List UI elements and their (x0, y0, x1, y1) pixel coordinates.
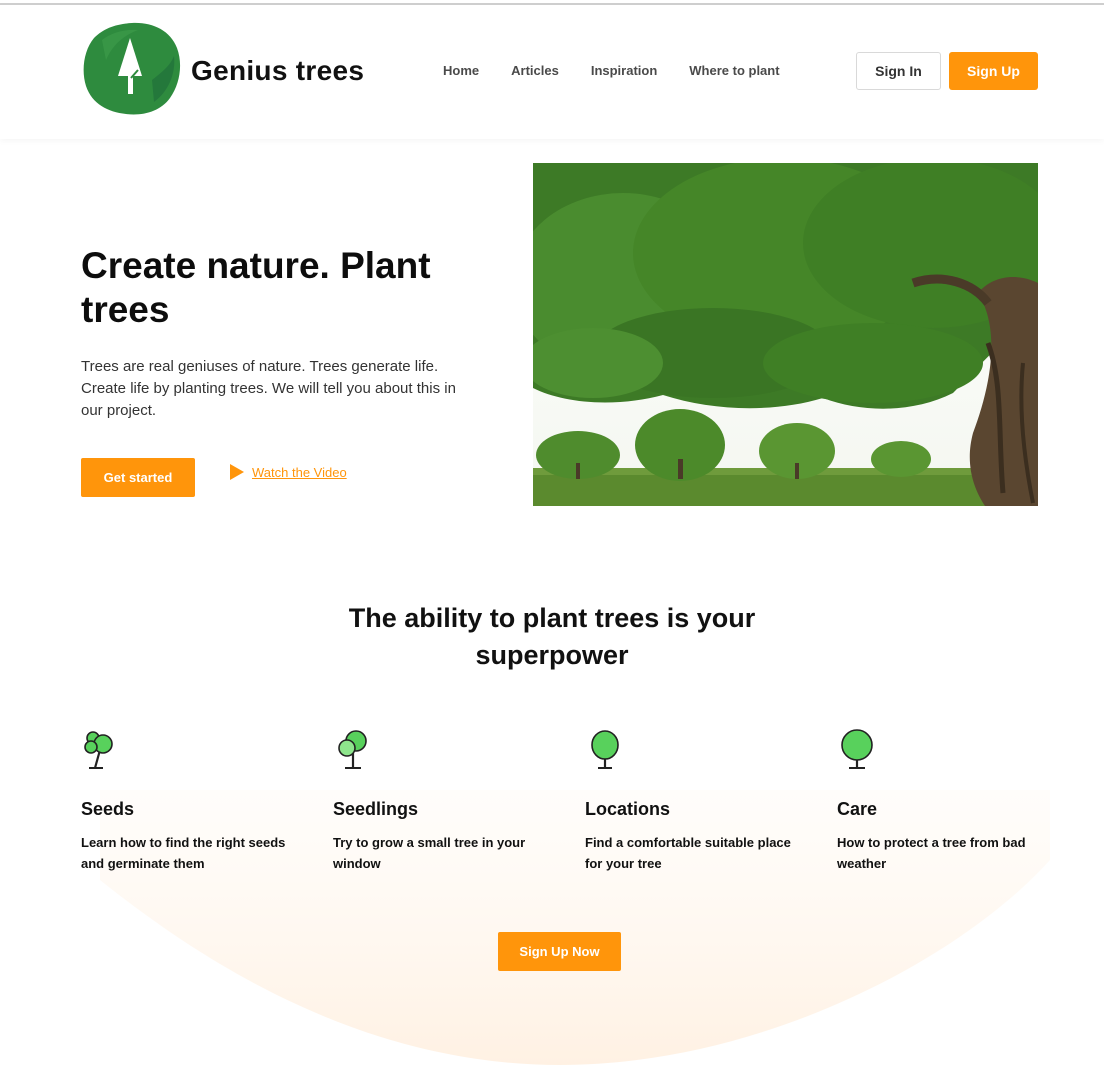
feature-locations: Locations Find a comfortable suitable pl… (585, 728, 805, 874)
hero-title: Create nature. Plant trees (81, 245, 431, 330)
tree-care-icon (841, 729, 873, 769)
section-title: The ability to plant trees is your super… (348, 603, 756, 670)
feature-seedlings: Seedlings Try to grow a small tree in yo… (333, 728, 553, 874)
tree-locations-icon (591, 730, 619, 769)
feature-title: Seedlings (333, 799, 419, 819)
watch-video-link[interactable]: Watch the Video (230, 464, 347, 480)
hero-text: Trees are real geniuses of nature. Trees… (81, 358, 456, 419)
nav-inspiration[interactable]: Inspiration (591, 63, 657, 78)
get-started-button[interactable]: Get started (81, 458, 195, 497)
sign-up-now-button[interactable]: Sign Up Now (498, 932, 621, 971)
feature-title: Seeds (81, 799, 135, 819)
logo-tree-icon[interactable] (82, 20, 183, 116)
brand-name[interactable]: Genius trees (191, 55, 364, 87)
sign-in-button[interactable]: Sign In (856, 52, 941, 90)
nav-home[interactable]: Home (443, 63, 479, 78)
feature-desc: Learn how to find the right seeds and ge… (81, 835, 286, 871)
hero-tree-image (533, 163, 1038, 506)
feature-desc: How to protect a tree from bad weather (837, 835, 1026, 871)
feature-title: Locations (585, 799, 671, 819)
play-icon (230, 464, 244, 480)
feature-care: Care How to protect a tree from bad weat… (837, 728, 1057, 874)
watch-video-label: Watch the Video (252, 464, 347, 480)
feature-seeds: Seeds Learn how to find the right seeds … (81, 728, 301, 874)
feature-desc: Find a comfortable suitable place for yo… (585, 835, 791, 871)
site-header: Genius trees Home Articles Inspiration W… (0, 5, 1104, 139)
feature-desc: Try to grow a small tree in your window (333, 835, 526, 871)
tree-seeds-icon (84, 731, 113, 769)
sign-up-button[interactable]: Sign Up (949, 52, 1038, 90)
nav-articles[interactable]: Articles (511, 63, 559, 78)
tree-seedlings-icon (338, 730, 367, 769)
feature-title: Care (837, 799, 878, 819)
main-nav: Home Articles Inspiration Where to plant (443, 63, 812, 78)
nav-where-to-plant[interactable]: Where to plant (689, 63, 779, 78)
